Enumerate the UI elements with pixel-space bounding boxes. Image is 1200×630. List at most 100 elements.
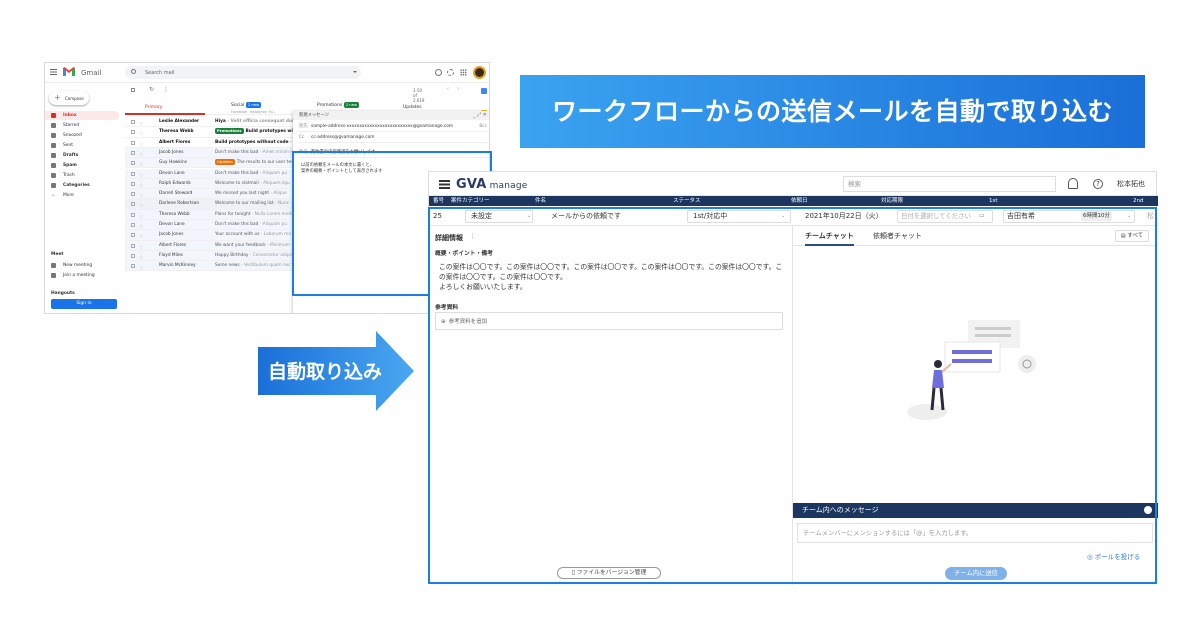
gmail-wordmark: Gmail xyxy=(81,69,102,77)
row-checkbox[interactable] xyxy=(131,130,135,135)
star-icon[interactable]: ☆ xyxy=(139,119,143,126)
email-sender: Darrell Steward xyxy=(159,191,193,197)
sidebar-label: Starred xyxy=(63,123,80,128)
subject-text: We missed you last night xyxy=(215,191,270,197)
menu-icon[interactable] xyxy=(50,69,57,70)
tab-social[interactable]: Social 2 new Facebook, Instagram Fo... xyxy=(211,101,291,115)
cc-field[interactable]: Cc cc-address@gvamanage.com xyxy=(299,133,489,143)
subject-text: Build prototypes without code xyxy=(215,139,289,145)
star-icon[interactable]: ☆ xyxy=(139,212,143,219)
user-name[interactable]: 松本拓也 xyxy=(1117,179,1145,189)
select-all-checkbox[interactable] xyxy=(131,88,135,92)
bcc-toggle[interactable]: Bcc xyxy=(479,122,487,131)
sidebar-label: Sent xyxy=(63,143,73,148)
to-label: 宛先 xyxy=(299,124,308,129)
subject-text: The results to our user tes xyxy=(236,160,294,166)
compose-button[interactable]: + Compose xyxy=(49,91,89,105)
sidebar-item-inbox[interactable]: Inbox xyxy=(45,111,119,120)
email-sender: Jacob Jones xyxy=(159,232,184,238)
new-meeting-item[interactable]: New meeting xyxy=(45,261,119,270)
row-checkbox[interactable] xyxy=(131,243,135,248)
sidebar-label: More xyxy=(63,193,74,198)
refresh-icon[interactable]: ↻ xyxy=(149,86,154,93)
row-checkbox[interactable] xyxy=(131,253,135,258)
star-icon[interactable]: ☆ xyxy=(139,171,143,178)
calendar-icon[interactable] xyxy=(481,88,487,94)
gear-icon[interactable] xyxy=(447,69,454,76)
email-sender: Darlene Robertson xyxy=(159,201,200,207)
help-icon[interactable]: ? xyxy=(1093,179,1103,189)
sidebar-item-more[interactable]: ⌄ More xyxy=(45,191,119,200)
sidebar-label: Spam xyxy=(63,163,77,168)
to-field[interactable]: 宛先 sample-address-xxxxxxxxxxxxxxxxxxxxxxx… xyxy=(299,122,489,132)
sidebar-item-spam[interactable]: Spam xyxy=(45,161,119,170)
cc-label: Cc xyxy=(299,135,305,140)
join-meeting-item[interactable]: Join a meeting xyxy=(45,271,119,280)
label-icon xyxy=(51,183,56,188)
star-icon[interactable]: ☆ xyxy=(139,191,143,198)
star-icon[interactable]: ☆ xyxy=(139,243,143,250)
col-second: 2nd xyxy=(1133,198,1144,204)
row-checkbox[interactable] xyxy=(131,181,135,186)
snippet-text: - Alique xyxy=(269,191,287,197)
tab-primary[interactable]: Primary xyxy=(125,101,205,115)
snippet-text: - Aliquam pu xyxy=(258,222,288,227)
star-icon[interactable]: ☆ xyxy=(139,222,143,229)
gva-search-input[interactable]: 検索 xyxy=(843,176,1056,192)
gmail-search-input[interactable]: Search mail xyxy=(125,66,361,79)
help-icon[interactable] xyxy=(435,69,442,76)
search-icon xyxy=(131,69,136,74)
compose-title: 新規メッセージ xyxy=(293,111,489,120)
apps-icon[interactable] xyxy=(460,69,467,76)
star-icon[interactable]: ☆ xyxy=(139,232,143,239)
gva-logo: GVA manage xyxy=(456,177,528,192)
subject-text: Don't make this bad xyxy=(215,170,259,176)
row-checkbox[interactable] xyxy=(131,223,135,227)
sidebar-item-trash[interactable]: Trash xyxy=(45,171,119,180)
sidebar-item-starred[interactable]: Starred xyxy=(45,121,119,130)
prev-page-icon[interactable]: ‹ xyxy=(447,86,449,92)
star-icon[interactable]: ☆ xyxy=(139,129,143,136)
snippet-text: - Laborum ma xyxy=(259,232,291,238)
row-checkbox[interactable] xyxy=(131,140,135,145)
compose-window-controls[interactable]: _ ⤢ ✕ xyxy=(473,111,487,120)
row-checkbox[interactable] xyxy=(131,120,135,124)
email-sender: Marvin McKinney xyxy=(159,263,196,269)
star-icon[interactable]: ☆ xyxy=(139,253,143,260)
sign-in-button[interactable]: Sign in xyxy=(51,299,117,309)
tab-label: Updates xyxy=(403,105,422,110)
row-checkbox[interactable] xyxy=(131,202,135,207)
row-checkbox[interactable] xyxy=(131,192,135,197)
category-badge: Promotions xyxy=(215,128,244,135)
email-sender: Devon Lane xyxy=(159,222,185,227)
subject-text: Welcome to slatmail xyxy=(215,180,259,186)
send-icon xyxy=(51,143,56,148)
gva-topbar: GVA manage 検索 ? 松本拓也 xyxy=(429,172,1158,196)
star-icon[interactable]: ☆ xyxy=(139,263,143,270)
sidebar-item-categories[interactable]: Categories xyxy=(45,181,119,190)
next-page-icon[interactable]: › xyxy=(457,86,459,92)
sidebar-item-sent[interactable]: Sent xyxy=(45,141,119,150)
row-checkbox[interactable] xyxy=(131,233,135,238)
email-sender: Devon Lane xyxy=(159,170,185,176)
menu-icon[interactable] xyxy=(439,180,450,182)
subject-text: Some news xyxy=(215,263,240,269)
star-icon[interactable]: ☆ xyxy=(139,140,143,147)
col-date: 依頼日 xyxy=(791,198,808,204)
row-checkbox[interactable] xyxy=(131,264,135,269)
row-checkbox[interactable] xyxy=(131,171,135,176)
row-checkbox[interactable] xyxy=(131,150,135,155)
sidebar-item-snoozed[interactable]: Snoozed xyxy=(45,131,119,140)
star-icon[interactable]: ☆ xyxy=(139,160,143,167)
row-checkbox[interactable] xyxy=(131,161,135,166)
star-icon[interactable]: ☆ xyxy=(139,181,143,188)
search-options-icon[interactable] xyxy=(353,71,357,73)
more-vert-icon[interactable]: ⋮ xyxy=(163,86,169,93)
sidebar-item-drafts[interactable]: Drafts xyxy=(45,151,119,160)
avatar[interactable] xyxy=(473,66,486,79)
star-icon[interactable]: ☆ xyxy=(139,201,143,208)
tab-label: Primary xyxy=(145,105,163,110)
row-checkbox[interactable] xyxy=(131,212,135,217)
bell-icon[interactable] xyxy=(1068,178,1078,189)
star-icon[interactable]: ☆ xyxy=(139,150,143,157)
